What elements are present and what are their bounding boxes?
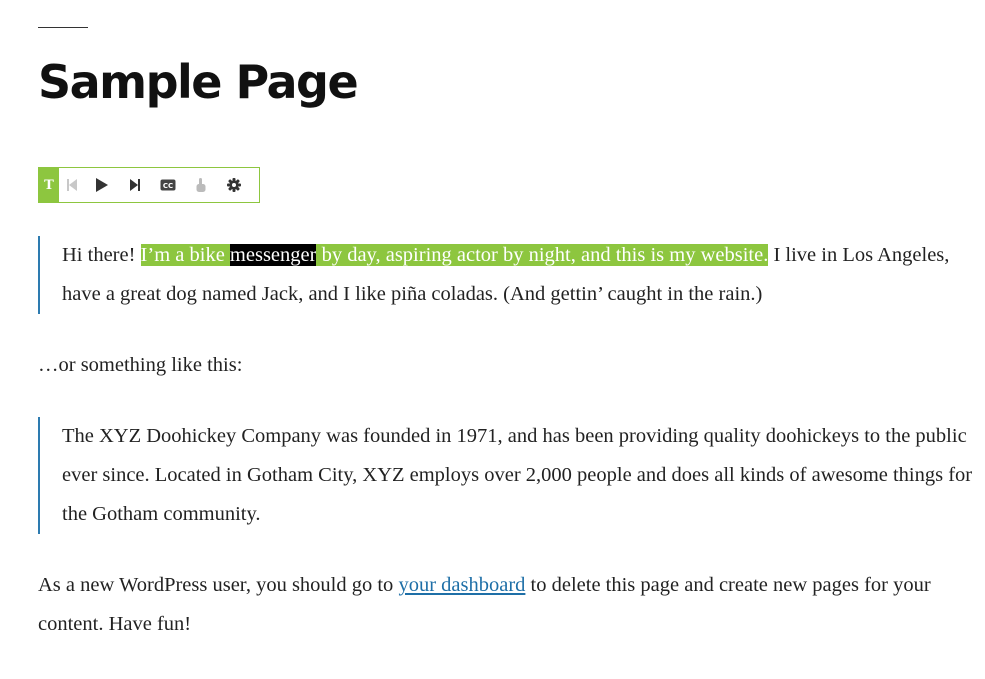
highlighted-current-word: messenger	[229, 244, 317, 266]
quote-text-lead: Hi there!	[62, 244, 141, 266]
skip-forward-icon	[129, 178, 141, 192]
skip-back-button[interactable]	[59, 168, 85, 202]
gear-icon	[226, 178, 241, 192]
text-to-speech-toolbar: T CC	[38, 167, 260, 203]
page-title: Sample Page	[38, 55, 359, 109]
settings-button[interactable]	[217, 168, 250, 202]
hand-pointer-icon	[195, 177, 207, 193]
tts-logo: T	[39, 168, 59, 202]
highlighted-sentence-end: by day, aspiring actor by night, and thi…	[316, 244, 769, 266]
dashboard-link[interactable]: your dashboard	[398, 574, 525, 596]
closing-text-lead: As a new WordPress user, you should go t…	[38, 574, 399, 596]
svg-text:CC: CC	[162, 182, 172, 190]
blockquote-company: The XYZ Doohickey Company was founded in…	[38, 417, 985, 534]
blockquote-intro: Hi there! I’m a bike messenger by day, a…	[38, 236, 967, 314]
body-paragraph: …or something like this:	[38, 354, 243, 376]
skip-back-icon	[66, 178, 78, 192]
play-button[interactable]	[85, 168, 118, 202]
closed-captions-icon: CC	[160, 179, 176, 191]
quote-text: The XYZ Doohickey Company was founded in…	[62, 425, 973, 525]
closing-paragraph: As a new WordPress user, you should go t…	[38, 566, 963, 644]
highlighted-sentence-start: I’m a bike	[140, 244, 230, 266]
title-divider	[38, 27, 88, 28]
skip-forward-button[interactable]	[118, 168, 151, 202]
play-icon	[95, 177, 109, 193]
click-to-read-button[interactable]	[184, 168, 217, 202]
captions-button[interactable]: CC	[151, 168, 184, 202]
